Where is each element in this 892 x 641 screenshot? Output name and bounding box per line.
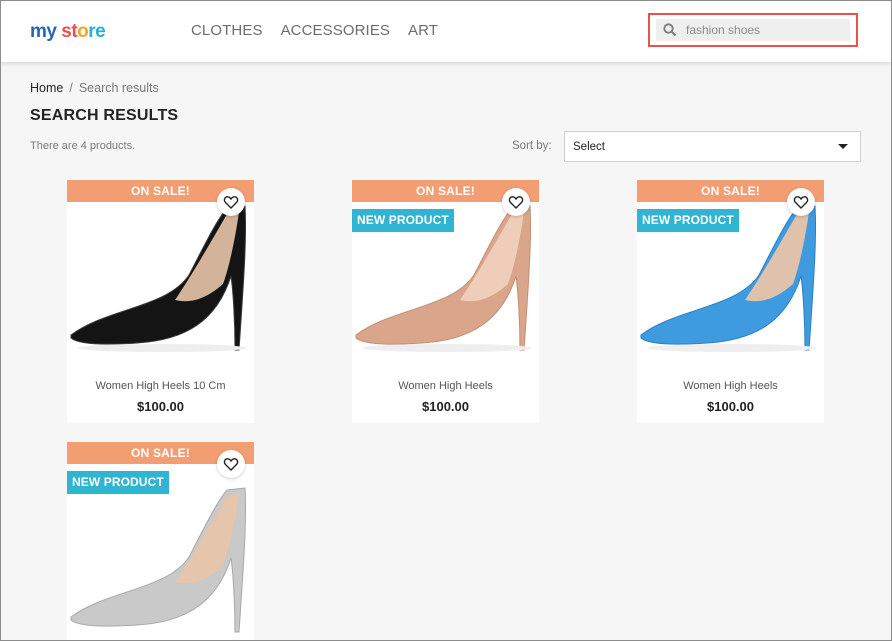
logo-text-re: re	[88, 21, 106, 42]
breadcrumb-current: Search results	[78, 81, 159, 95]
sort-selected-value: Select	[573, 140, 605, 153]
product-price: $100.00	[137, 399, 184, 414]
breadcrumb-home[interactable]: Home	[30, 81, 63, 95]
breadcrumb: Home / Search results	[30, 81, 159, 95]
product-card-1[interactable]: ON SALE! Women High Heels 10 Cm $100.00	[67, 180, 254, 423]
product-name[interactable]: Women High Heels	[352, 380, 539, 392]
logo-text-o: o	[77, 21, 89, 42]
search-input[interactable]	[686, 23, 846, 37]
page-title: SEARCH RESULTS	[30, 107, 179, 124]
store-logo[interactable]: my store	[30, 20, 106, 44]
breadcrumb-separator: /	[69, 81, 73, 95]
search-box[interactable]	[656, 19, 850, 41]
logo-text-st: st	[61, 21, 78, 42]
product-count: There are 4 products.	[30, 140, 136, 152]
logo-text-my: my	[30, 21, 57, 42]
product-card-4[interactable]: ON SALE! NEW PRODUCT	[67, 442, 254, 640]
page-frame: my store CLOTHES ACCESSORIES ART Home / Se…	[0, 0, 892, 641]
new-product-badge: NEW PRODUCT	[352, 209, 454, 232]
product-card-2[interactable]: ON SALE! NEW PRODUCT Women High Heels $1…	[352, 180, 539, 423]
caret-down-icon	[838, 144, 848, 149]
product-price: $100.00	[707, 399, 754, 414]
wishlist-button[interactable]	[787, 188, 815, 216]
new-product-badge: NEW PRODUCT	[637, 209, 739, 232]
main-nav: CLOTHES ACCESSORIES ART	[191, 22, 438, 39]
product-name[interactable]: Women High Heels	[637, 380, 824, 392]
heart-icon	[223, 458, 239, 471]
new-product-badge: NEW PRODUCT	[67, 471, 169, 494]
nav-art[interactable]: ART	[408, 22, 438, 39]
sort-select[interactable]: Select	[564, 131, 861, 162]
search-highlight	[648, 13, 858, 47]
site-header: my store CLOTHES ACCESSORIES ART	[1, 1, 891, 62]
heart-icon	[223, 196, 239, 209]
wishlist-button[interactable]	[217, 450, 245, 478]
wishlist-button[interactable]	[217, 188, 245, 216]
heart-icon	[793, 196, 809, 209]
heart-icon	[508, 196, 524, 209]
nav-accessories[interactable]: ACCESSORIES	[281, 22, 390, 39]
sort-label: Sort by:	[512, 140, 552, 152]
product-name[interactable]: Women High Heels 10 Cm	[67, 380, 254, 392]
product-price: $100.00	[422, 399, 469, 414]
product-card-3[interactable]: ON SALE! NEW PRODUCT Women High Heels $1…	[637, 180, 824, 423]
nav-clothes[interactable]: CLOTHES	[191, 22, 263, 39]
wishlist-button[interactable]	[502, 188, 530, 216]
search-icon[interactable]	[662, 22, 678, 38]
